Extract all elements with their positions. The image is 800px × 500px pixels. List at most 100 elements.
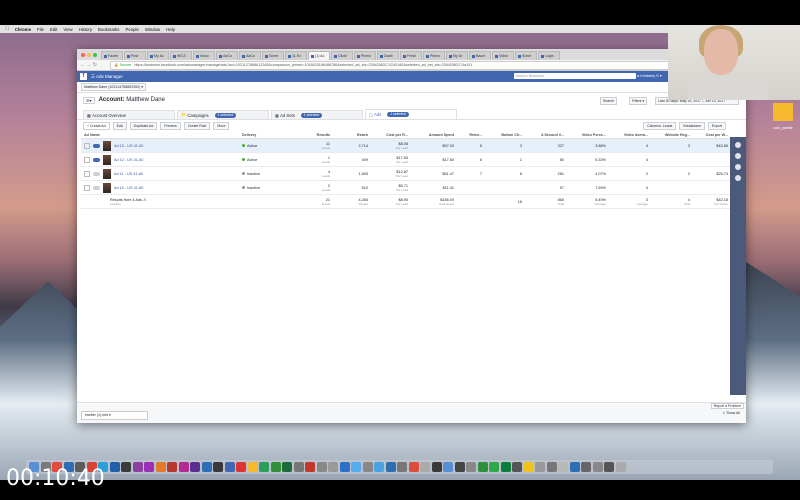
edit-button[interactable]: Edit <box>112 121 127 130</box>
column-header[interactable]: Delivery <box>239 131 293 139</box>
dock-app-icon[interactable] <box>155 462 166 472</box>
browser-tab[interactable]: AdCo <box>216 51 238 60</box>
selected-pill[interactable]: 1 selected <box>214 112 237 118</box>
table-row[interactable]: Ad 10 - US 41-60 Inactive 2 Leads 510 $5.71 Pe… <box>81 180 731 195</box>
pencil-icon[interactable] <box>735 164 741 170</box>
ad-name[interactable]: Ad 10 - US 41-60 <box>114 186 143 190</box>
column-header[interactable]: Button Cli... <box>485 131 525 139</box>
filters-button[interactable]: Filters ▾ <box>629 97 648 105</box>
ad-toggle[interactable] <box>93 171 100 176</box>
report-problem-button[interactable]: Report a Problem <box>710 403 744 409</box>
export-button[interactable]: Export <box>707 121 726 130</box>
columns-dropdown[interactable]: Columns: Leads <box>643 121 677 130</box>
dock-app-icon[interactable] <box>259 462 269 472</box>
ad-toggle[interactable] <box>93 157 100 162</box>
show-all-downloads[interactable]: ⇩ Show All <box>722 411 740 415</box>
dock-app-icon[interactable] <box>604 462 614 472</box>
dock-app-icon[interactable] <box>443 462 453 472</box>
ad-toggle[interactable] <box>93 143 100 148</box>
search-button[interactable]: Search <box>600 97 618 105</box>
dock-app-icon[interactable] <box>293 462 304 472</box>
desktop-file-icon[interactable] <box>773 103 793 121</box>
dock-app-icon[interactable] <box>132 462 143 472</box>
dock-app-icon[interactable] <box>201 462 212 472</box>
browser-tab[interactable]: Baum <box>469 51 491 60</box>
dock-app-icon[interactable] <box>224 462 235 472</box>
dock-app-icon[interactable] <box>454 462 465 472</box>
menu-window[interactable]: Window <box>145 27 160 32</box>
selected-pill[interactable]: 1 selected <box>300 112 323 118</box>
dock-app-icon[interactable] <box>569 462 580 472</box>
column-header[interactable]: Video Avera... <box>609 131 651 139</box>
browser-tab[interactable]: My Ac <box>147 51 169 60</box>
clock-icon[interactable] <box>735 175 741 181</box>
dock-app-icon[interactable] <box>466 462 476 472</box>
column-header[interactable]: Reach <box>333 131 371 139</box>
close-window-icon[interactable] <box>81 53 85 57</box>
url-field[interactable]: 🔒 Secure https://business.facebook.com/a… <box>110 60 718 70</box>
create-ad-button[interactable]: + Create Ad <box>83 121 110 130</box>
browser-tab[interactable]: Pinnw <box>423 51 445 60</box>
menu-view[interactable]: View <box>63 27 72 32</box>
column-header[interactable]: Cost per W... <box>693 131 731 139</box>
ad-name-cell[interactable]: Ad 11 - US 41-60 <box>81 166 239 181</box>
ads-manager-menu[interactable]: ☰ Ads Manager <box>91 74 123 80</box>
dock-app-icon[interactable] <box>431 462 442 472</box>
browser-tab[interactable]: Inbox <box>193 51 215 60</box>
create-rule-button[interactable]: Create Rule <box>183 121 211 130</box>
menu-bookmarks[interactable]: Bookmarks <box>98 27 120 32</box>
browser-tab[interactable]: Video <box>492 51 514 60</box>
column-header[interactable]: Cost per R... <box>371 131 411 139</box>
menu-file[interactable]: File <box>37 27 44 32</box>
nav-buttons[interactable]: ← → ↻ <box>77 62 110 68</box>
dock-app-icon[interactable] <box>615 462 626 472</box>
dock-app-icon[interactable] <box>236 462 246 472</box>
dock-app-icon[interactable] <box>535 462 545 472</box>
account-selector[interactable]: Matthew Dane (102114758802392) ▾ <box>81 83 147 91</box>
row-checkbox[interactable] <box>84 142 90 149</box>
dock-app-icon[interactable] <box>178 462 189 472</box>
table-row[interactable]: Ad 11 - US 41-60 Inactive 4 Leads 1,693 $12.8… <box>81 166 731 181</box>
browser-tab[interactable]: Fresh <box>400 51 422 60</box>
column-header[interactable]: Ad Name <box>81 131 239 139</box>
dock-app-icon[interactable] <box>500 462 511 472</box>
tab-ads[interactable]: ▢ Ads 1 selected <box>365 109 457 119</box>
dock-app-icon[interactable] <box>408 462 419 472</box>
download-item[interactable]: eselter (1).mkt ▾ <box>81 411 148 420</box>
row-checkbox[interactable] <box>84 156 90 163</box>
ad-name[interactable]: Ad 12 - US 41-60 <box>114 158 143 162</box>
browser-tab[interactable]: My Dr <box>446 51 468 60</box>
menu-history[interactable]: History <box>79 27 92 32</box>
column-header[interactable]: Video Perce... <box>567 131 609 139</box>
browser-tab[interactable]: Faceb <box>101 51 123 60</box>
more-button[interactable]: More <box>213 121 230 130</box>
dock-app-icon[interactable] <box>477 462 488 472</box>
dock-app-icon[interactable] <box>144 462 154 472</box>
breakdown-dropdown[interactable]: Breakdown <box>679 121 705 130</box>
dock-app-icon[interactable] <box>420 462 430 472</box>
ad-name-cell[interactable]: Ad 10 - US 41-60 <box>81 180 239 195</box>
row-checkbox[interactable] <box>84 184 90 191</box>
browser-tab[interactable]: Pinnw <box>354 51 376 60</box>
dock-app-icon[interactable] <box>316 462 327 472</box>
column-header[interactable]: Relev... <box>457 131 485 139</box>
browser-tab[interactable]: Post <box>124 51 146 60</box>
dock-app-icon[interactable] <box>351 462 361 472</box>
dock-app-icon[interactable] <box>385 462 396 472</box>
tab-campaigns[interactable]: 📁 Campaigns 1 selected <box>177 110 269 119</box>
preview-button[interactable]: Preview <box>160 121 181 130</box>
tab-account-overview[interactable]: ▦ Account Overview <box>83 110 175 119</box>
dock-app-icon[interactable] <box>374 462 384 472</box>
facebook-logo-icon[interactable]: f <box>80 73 87 80</box>
user-menu[interactable]: ● Kimberly S ▾ <box>637 73 662 78</box>
dock-app-icon[interactable] <box>362 462 373 472</box>
duplicate-button[interactable]: Duplicate Ad <box>129 121 158 130</box>
dock-app-icon[interactable] <box>247 462 258 472</box>
ad-name[interactable]: Ad 11 - US 41-60 <box>114 172 143 176</box>
dock-app-icon[interactable] <box>558 462 568 472</box>
tab-ad-sets[interactable]: ▦ Ad Sets 1 selected <box>271 110 363 119</box>
column-header[interactable]: Amount Spent <box>411 131 457 139</box>
chart-icon[interactable] <box>735 153 741 159</box>
dock-app-icon[interactable] <box>512 462 522 472</box>
ad-name[interactable]: Ad 13 - US 41-60 <box>114 144 143 148</box>
